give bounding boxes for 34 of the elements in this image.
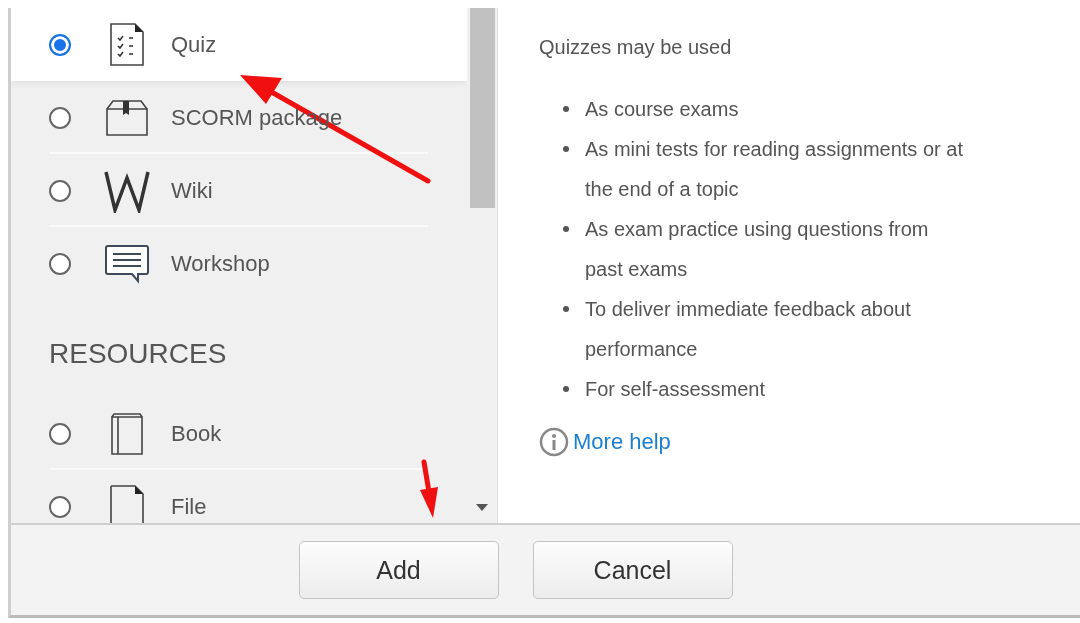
radio-button[interactable] — [49, 422, 71, 445]
add-button[interactable]: Add — [298, 541, 499, 599]
bullet-icon — [563, 146, 569, 152]
book-icon — [109, 411, 145, 456]
annotation-arrow — [420, 459, 438, 518]
activity-option[interactable]: Quiz — [11, 8, 467, 81]
help-bullet: As exam practice using questions from past exams — [585, 217, 930, 282]
radio-button[interactable] — [49, 33, 71, 56]
box-icon — [105, 98, 149, 137]
radio-button[interactable] — [49, 106, 71, 129]
info-icon — [539, 427, 569, 457]
radio-button[interactable] — [49, 179, 71, 202]
more-help-link[interactable]: More help — [573, 429, 671, 455]
bullet-icon — [563, 106, 569, 112]
help-bullet: To deliver immediate feedback about performance — [585, 297, 912, 362]
cancel-button[interactable]: Cancel — [532, 541, 733, 599]
document-icon — [109, 483, 145, 523]
bullet-icon — [563, 306, 569, 312]
help-bullet: For self-assessment — [585, 377, 767, 402]
section-heading: RESOURCES — [48, 337, 228, 371]
help-bullet: As course exams — [585, 97, 740, 122]
radio-button[interactable] — [49, 495, 71, 518]
activity-option[interactable]: Wiki — [11, 154, 428, 227]
resource-option[interactable]: Book — [11, 397, 428, 470]
radio-button[interactable] — [49, 252, 71, 275]
speech-bubble-icon — [104, 243, 150, 284]
scroll-down-icon[interactable] — [476, 504, 488, 511]
scrollbar-thumb[interactable] — [470, 8, 495, 208]
checklist-document-icon — [109, 21, 145, 68]
help-intro: Quizzes may be used — [539, 36, 733, 59]
activity-option[interactable]: Workshop — [11, 227, 428, 300]
help-bullet: As mini tests for reading assignments or at the end of a topic — [585, 137, 964, 202]
bullet-icon — [563, 386, 569, 392]
bullet-icon — [563, 226, 569, 232]
